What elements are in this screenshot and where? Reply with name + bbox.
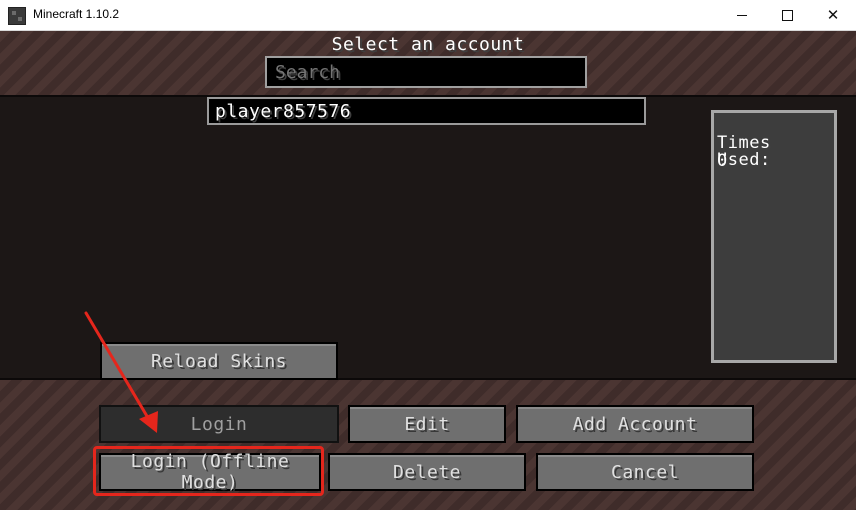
- account-selection-screen: Select an account player857576 Times Use…: [0, 31, 856, 510]
- window-titlebar: Minecraft 1.10.2 ✕: [0, 0, 856, 31]
- minecraft-app-icon: [8, 7, 26, 25]
- maximize-button[interactable]: [764, 0, 810, 30]
- maximize-icon: [781, 9, 793, 21]
- minimize-icon: [737, 14, 747, 16]
- close-button[interactable]: ✕: [810, 0, 856, 30]
- minimize-button[interactable]: [719, 0, 765, 30]
- close-icon: ✕: [826, 6, 840, 24]
- window-title: Minecraft 1.10.2: [33, 7, 120, 21]
- annotation-arrow-icon: [84, 311, 158, 433]
